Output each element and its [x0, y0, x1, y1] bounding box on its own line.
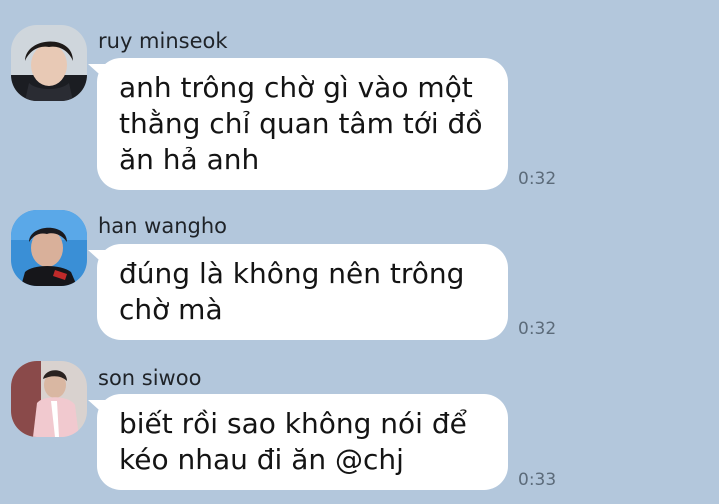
message-line: chờ mà	[119, 293, 223, 326]
message-bubble[interactable]: biết rồi sao không nói để kéo nhau đi ăn…	[97, 394, 508, 490]
avatar-photo-icon	[11, 210, 87, 286]
sender-avatar[interactable]	[11, 361, 87, 437]
message-bubble[interactable]: đúng là không nên trông chờ mà	[97, 244, 508, 340]
sender-avatar[interactable]	[11, 210, 87, 286]
message-line: đúng là không nên trông	[119, 257, 465, 290]
avatar-photo-icon	[11, 25, 87, 101]
avatar-photo-icon	[11, 361, 87, 437]
sender-name: han wangho	[98, 214, 228, 238]
message-bubble[interactable]: anh trông chờ gì vào một thằng chỉ quan …	[97, 58, 508, 190]
message-line: ăn hả anh	[119, 143, 260, 176]
message-timestamp: 0:32	[518, 319, 557, 339]
message-timestamp: 0:33	[518, 470, 557, 490]
sender-avatar[interactable]	[11, 25, 87, 101]
sender-name: son siwoo	[98, 366, 202, 390]
sender-name: ruy minseok	[98, 29, 228, 53]
message-line: kéo nhau đi ăn @chj	[119, 443, 404, 476]
message-timestamp: 0:32	[518, 169, 557, 189]
message-line: thằng chỉ quan tâm tới đồ	[119, 107, 483, 140]
message-line: anh trông chờ gì vào một	[119, 71, 473, 104]
message-line: biết rồi sao không nói để	[119, 407, 467, 440]
